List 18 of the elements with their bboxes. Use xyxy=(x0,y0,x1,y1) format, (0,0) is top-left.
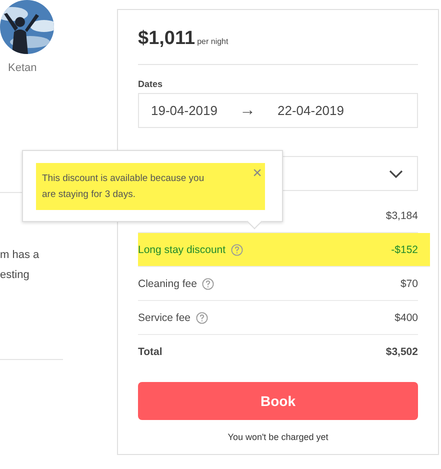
row-value: $400 xyxy=(394,312,418,324)
tooltip-text: This discount is available because you are staying for 3 days. xyxy=(42,172,206,202)
row-label: Long stay discount xyxy=(138,244,226,256)
arrow-icon: → xyxy=(240,102,256,120)
price-unit: per night xyxy=(197,37,228,46)
charge-note: You won't be charged yet xyxy=(226,432,330,442)
row-label: Service fee xyxy=(138,312,191,324)
description-text: esting xyxy=(0,268,30,283)
row-value: $3,184 xyxy=(386,210,418,222)
price: $1,011 xyxy=(138,28,196,50)
host-name: Ketan xyxy=(8,62,37,74)
dates-label: Dates xyxy=(138,79,164,89)
row-value: -$152 xyxy=(391,244,418,256)
description-text: m has a xyxy=(0,248,40,263)
row-value: $3,502 xyxy=(386,346,418,358)
row-value: $70 xyxy=(400,278,418,290)
row-label: Cleaning fee xyxy=(138,278,197,290)
row-label: Total xyxy=(138,346,162,358)
